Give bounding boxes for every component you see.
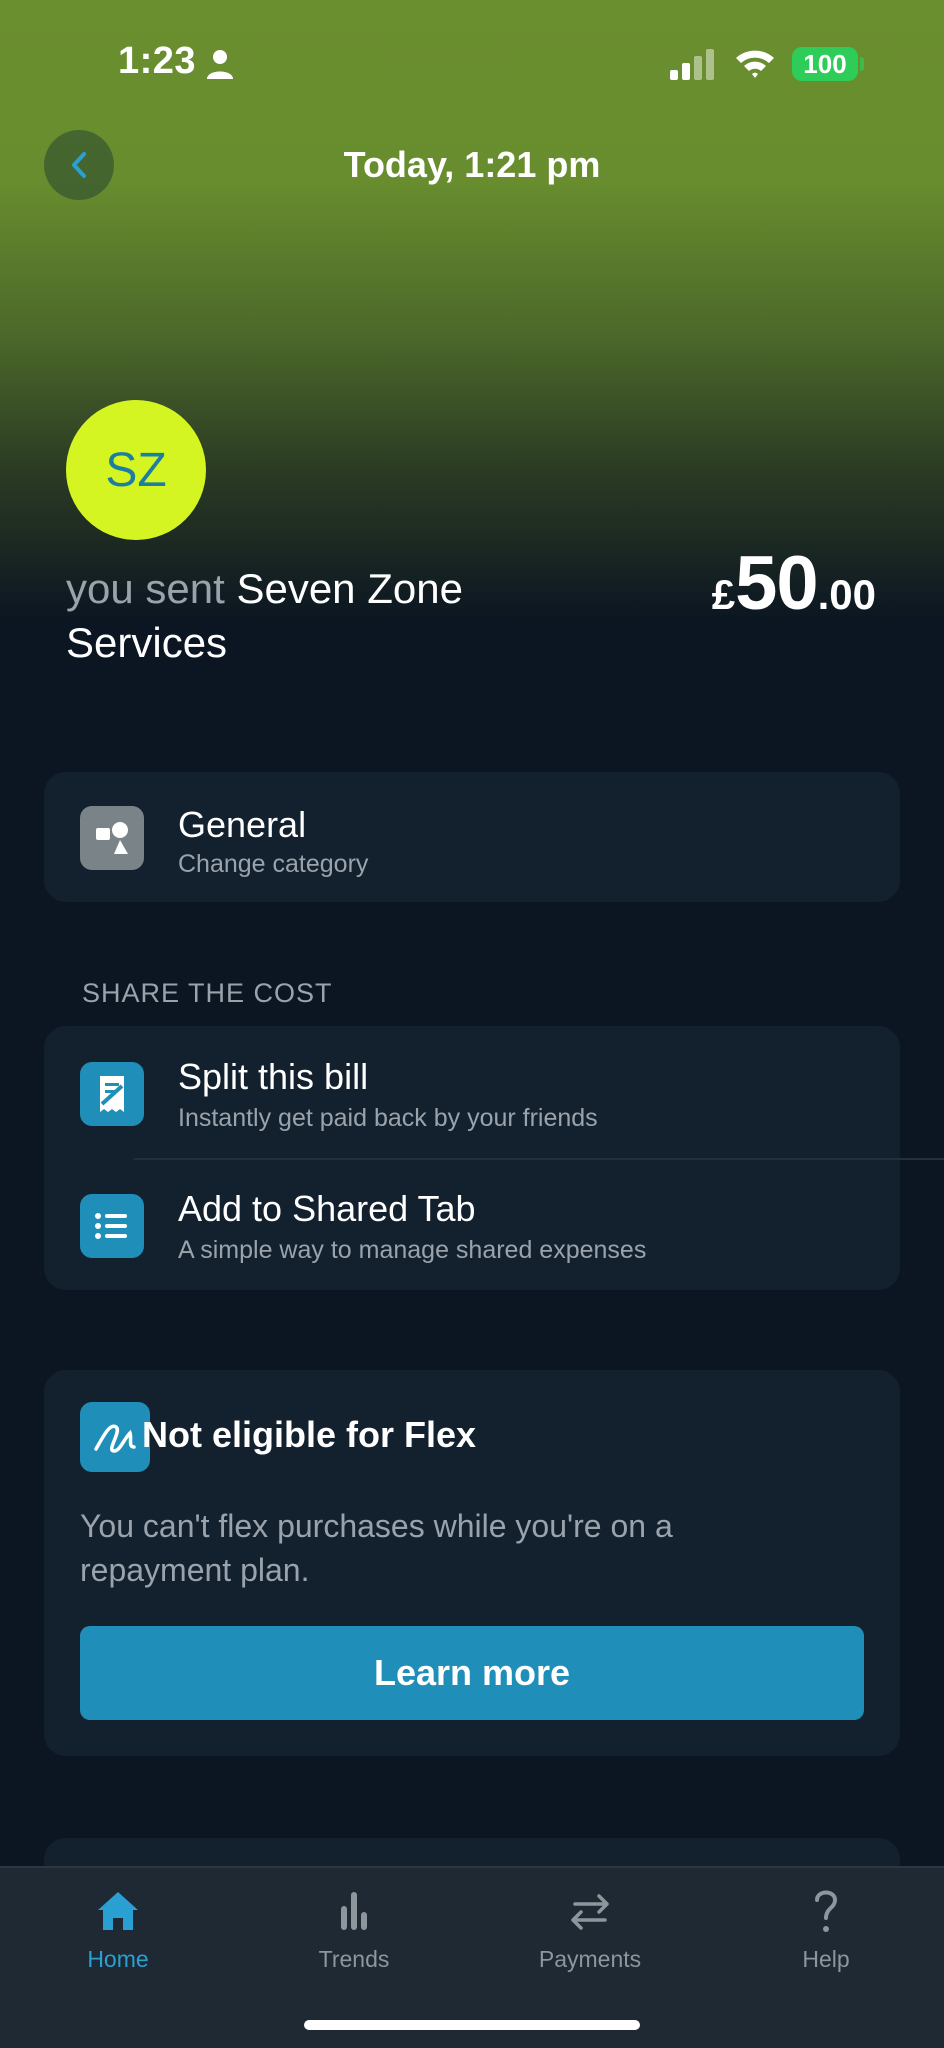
avatar-initials: SZ	[105, 443, 167, 497]
flex-description: You can't flex purchases while you're on…	[80, 1508, 673, 1588]
category-subtitle: Change category	[178, 850, 369, 878]
category-title: General	[178, 804, 307, 845]
home-indicator[interactable]	[304, 2020, 640, 2030]
receipt-icon	[80, 1062, 144, 1126]
list-icon	[80, 1194, 144, 1258]
split-bill-row[interactable]: Split this bill Instantly get paid back …	[44, 1026, 900, 1156]
learn-more-button[interactable]: Learn more	[80, 1626, 864, 1720]
battery-nub	[860, 57, 864, 71]
tab-label: Help	[802, 1946, 850, 1972]
shared-tab-row[interactable]: Add to Shared Tab A simple way to manage…	[44, 1158, 900, 1288]
flex-title: Not eligible for Flex	[142, 1414, 477, 1455]
flex-squiggle-icon	[80, 1402, 150, 1472]
tab-trends[interactable]: Trends	[254, 1868, 454, 1998]
amount-minor: .00	[817, 571, 876, 618]
amount-major: 50	[735, 541, 819, 626]
category-card[interactable]: General Change category	[44, 772, 900, 902]
merchant-description: you sent Seven Zone Services	[66, 562, 486, 670]
tab-home[interactable]: Home	[18, 1868, 218, 1998]
amount-currency: £	[711, 571, 736, 618]
share-divider	[134, 1158, 944, 1160]
home-icon	[98, 1892, 138, 1930]
question-mark-icon	[815, 1890, 838, 1932]
tab-label: Payments	[538, 1946, 642, 1972]
status-time: 1:23	[118, 40, 197, 82]
tab-label: Home	[87, 1946, 149, 1972]
shared-tab-title: Add to Shared Tab	[178, 1188, 476, 1229]
transfer-arrows-icon	[571, 1894, 609, 1930]
cellular-signal-icon	[670, 49, 714, 80]
transaction-amount: £ 50 .00	[712, 540, 876, 627]
tab-payments[interactable]: Payments	[490, 1868, 690, 1998]
bar-chart-icon	[341, 1892, 367, 1930]
shared-tab-subtitle: A simple way to manage shared expenses	[178, 1236, 647, 1264]
split-bill-subtitle: Instantly get paid back by your friends	[178, 1104, 598, 1132]
battery-indicator: 100	[792, 47, 858, 81]
tab-help[interactable]: Help	[726, 1868, 926, 1998]
wifi-icon	[736, 50, 774, 78]
status-bar: 1:23 100	[0, 0, 944, 120]
tab-label: Trends	[318, 1946, 390, 1972]
person-icon	[207, 50, 233, 79]
share-section-label: SHARE THE COST	[82, 978, 333, 1008]
split-bill-title: Split this bill	[178, 1056, 369, 1097]
page-title: Today, 1:21 pm	[343, 144, 601, 185]
merchant-avatar: SZ	[66, 400, 206, 540]
shapes-icon	[80, 806, 144, 870]
sent-prefix: you sent	[66, 565, 225, 612]
